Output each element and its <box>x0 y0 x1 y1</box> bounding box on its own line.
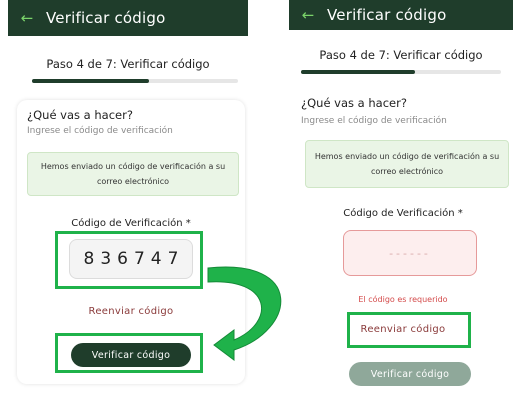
back-arrow-icon[interactable]: ← <box>289 7 327 23</box>
highlight-resend-link <box>347 312 471 348</box>
progress-bar <box>32 79 238 83</box>
progress-bar <box>301 70 501 74</box>
alert-line: correo electrónico <box>370 167 444 176</box>
highlight-verify-button <box>55 333 203 373</box>
app-bar-title: Verificar código <box>46 9 166 27</box>
code-input-placeholder: ------ <box>389 246 431 260</box>
step-indicator: Paso 4 de 7: Verificar código <box>46 57 210 71</box>
highlight-code-input <box>55 231 203 289</box>
code-label: Código de Verificación * <box>343 208 463 219</box>
screen-right: ← Verificar código Paso 4 de 7: Verifica… <box>289 0 513 402</box>
alert-line: Hemos enviado un código de verificación … <box>40 161 226 171</box>
app-bar: ← Verificar código <box>289 0 513 30</box>
progress-bar-fill <box>32 79 150 83</box>
resend-code-link[interactable]: Reenviar código <box>17 306 245 317</box>
verify-code-button-disabled: Verificar código <box>349 362 471 386</box>
back-arrow-icon[interactable]: ← <box>8 10 46 26</box>
question-subtitle: Ingrese el código de verificación <box>301 116 447 126</box>
info-alert: Hemos enviado un código de verificación … <box>27 152 239 196</box>
info-alert: Hemos enviado un código de verificación … <box>305 140 509 188</box>
alert-line: correo electrónico <box>96 177 170 186</box>
app-bar: ← Verificar código <box>8 0 248 36</box>
verification-card: ¿Qué vas a hacer? Ingrese el código de v… <box>297 90 509 400</box>
alert-line: Hemos enviado un código de verificación … <box>314 151 500 161</box>
code-error-message: El código es requerido <box>358 295 448 304</box>
question-title: ¿Qué vas a hacer? <box>301 96 407 110</box>
progress-bar-fill <box>301 70 415 74</box>
question-subtitle: Ingrese el código de verificación <box>27 126 173 136</box>
screen-left: ← Verificar código Paso 4 de 7: Verifica… <box>8 0 248 402</box>
app-bar-title: Verificar código <box>327 6 447 24</box>
question-title: ¿Qué vas a hacer? <box>27 108 133 122</box>
code-label: Código de Verificación * <box>71 218 191 229</box>
code-input[interactable]: ------ <box>343 230 477 276</box>
step-indicator: Paso 4 de 7: Verificar código <box>319 48 483 62</box>
